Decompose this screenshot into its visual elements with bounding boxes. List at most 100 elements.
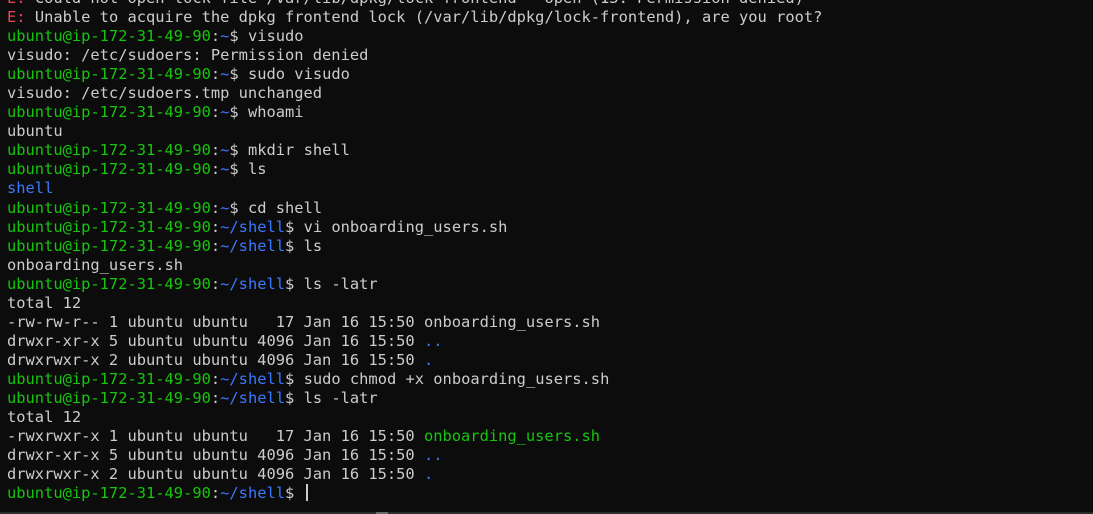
active-prompt-line: ubuntu@ip-172-31-49-90:~/shell$ bbox=[7, 484, 822, 503]
file-name: . bbox=[423, 350, 434, 369]
prompt-separator: : bbox=[210, 388, 221, 407]
prompt-symbol: $ bbox=[229, 160, 248, 179]
prompt-line: ubuntu@ip-172-31-49-90:~/shell$ ls bbox=[7, 237, 822, 256]
listing-line: drwxrwxr-x 2 ubuntu ubuntu 4096 Jan 16 1… bbox=[7, 351, 822, 370]
listing-line: shell bbox=[7, 179, 822, 198]
output-text: total 12 bbox=[7, 293, 82, 312]
prompt-user-host: ubuntu@ip-172-31-49-90 bbox=[7, 141, 211, 160]
prompt-line: ubuntu@ip-172-31-49-90:~$ visudo bbox=[7, 27, 822, 46]
file-name: . bbox=[423, 465, 434, 484]
command-text: sudo chmod +x onboarding_users.sh bbox=[303, 369, 610, 388]
error-prefix: E: bbox=[7, 8, 26, 27]
command-text: ls -latr bbox=[303, 274, 378, 293]
listing-details: drwxr-xr-x 5 ubuntu ubuntu 4096 Jan 16 1… bbox=[7, 446, 424, 465]
prompt-user-host: ubuntu@ip-172-31-49-90 bbox=[7, 369, 211, 388]
terminal-output[interactable]: E: Could not open lock file /var/lib/dpk… bbox=[7, 0, 822, 503]
terminal-window[interactable]: E: Could not open lock file /var/lib/dpk… bbox=[0, 0, 1093, 514]
listing-details: drwxrwxr-x 2 ubuntu ubuntu 4096 Jan 16 1… bbox=[7, 350, 424, 369]
listing-line: drwxr-xr-x 5 ubuntu ubuntu 4096 Jan 16 1… bbox=[7, 332, 822, 351]
prompt-symbol: $ bbox=[229, 27, 248, 46]
command-text: mkdir shell bbox=[247, 141, 350, 160]
file-name: onboarding_users.sh bbox=[423, 427, 601, 446]
prompt-user-host: ubuntu@ip-172-31-49-90 bbox=[7, 236, 211, 255]
error-message: Could not open lock file /var/lib/dpkg/l… bbox=[26, 0, 804, 7]
command-text: cd shell bbox=[247, 198, 323, 217]
output-line: visudo: /etc/sudoers: Permission denied bbox=[7, 46, 822, 65]
prompt-separator: : bbox=[210, 369, 221, 388]
prompt-path: ~/shell bbox=[220, 369, 286, 388]
output-text: onboarding_users.sh bbox=[7, 255, 184, 274]
prompt-separator: : bbox=[210, 141, 221, 160]
prompt-separator: : bbox=[210, 217, 221, 236]
command-text: sudo visudo bbox=[247, 65, 350, 84]
command-text: ls -latr bbox=[303, 388, 378, 407]
prompt-separator: : bbox=[210, 103, 221, 122]
listing-details: drwxrwxr-x 2 ubuntu ubuntu 4096 Jan 16 1… bbox=[7, 465, 424, 484]
error-line: E: Could not open lock file /var/lib/dpk… bbox=[7, 0, 822, 8]
prompt-line: ubuntu@ip-172-31-49-90:~$ sudo visudo bbox=[7, 65, 822, 84]
listing-details: drwxr-xr-x 5 ubuntu ubuntu 4096 Jan 16 1… bbox=[7, 331, 424, 350]
prompt-symbol: $ bbox=[285, 274, 304, 293]
prompt-user-host: ubuntu@ip-172-31-49-90 bbox=[7, 484, 211, 503]
prompt-separator: : bbox=[210, 236, 221, 255]
command-text: vi onboarding_users.sh bbox=[303, 217, 508, 236]
error-line: E: Unable to acquire the dpkg frontend l… bbox=[7, 8, 822, 27]
listing-details: -rwxrwxr-x 1 ubuntu ubuntu 17 Jan 16 15:… bbox=[7, 427, 424, 446]
output-text: total 12 bbox=[7, 408, 82, 427]
prompt-symbol: $ bbox=[285, 236, 304, 255]
prompt-user-host: ubuntu@ip-172-31-49-90 bbox=[7, 65, 211, 84]
command-text: ls bbox=[303, 236, 323, 255]
prompt-separator: : bbox=[210, 27, 221, 46]
prompt-path: ~/shell bbox=[220, 388, 286, 407]
prompt-separator: : bbox=[210, 65, 221, 84]
listing-line: -rw-rw-r-- 1 ubuntu ubuntu 17 Jan 16 15:… bbox=[7, 313, 822, 332]
prompt-symbol: $ bbox=[229, 103, 248, 122]
prompt-separator: : bbox=[210, 198, 221, 217]
error-message: Unable to acquire the dpkg frontend lock… bbox=[25, 8, 823, 27]
prompt-line: ubuntu@ip-172-31-49-90:~$ mkdir shell bbox=[7, 141, 822, 160]
prompt-user-host: ubuntu@ip-172-31-49-90 bbox=[7, 274, 211, 293]
output-text: ubuntu bbox=[7, 122, 63, 141]
prompt-symbol: $ bbox=[285, 369, 304, 388]
output-line: total 12 bbox=[7, 294, 822, 313]
output-line: visudo: /etc/sudoers.tmp unchanged bbox=[7, 84, 822, 103]
prompt-path: ~/shell bbox=[220, 484, 286, 503]
prompt-line: ubuntu@ip-172-31-49-90:~$ whoami bbox=[7, 103, 822, 122]
prompt-line: ubuntu@ip-172-31-49-90:~/shell$ ls -latr bbox=[7, 389, 822, 408]
prompt-path: ~/shell bbox=[220, 274, 286, 293]
output-line: ubuntu bbox=[7, 122, 822, 141]
text-cursor[interactable] bbox=[305, 484, 308, 502]
prompt-line: ubuntu@ip-172-31-49-90:~$ cd shell bbox=[7, 199, 822, 218]
prompt-line: ubuntu@ip-172-31-49-90:~/shell$ vi onboa… bbox=[7, 218, 822, 237]
prompt-user-host: ubuntu@ip-172-31-49-90 bbox=[7, 160, 211, 179]
output-line: total 12 bbox=[7, 408, 822, 427]
prompt-user-host: ubuntu@ip-172-31-49-90 bbox=[7, 217, 211, 236]
listing-line: -rwxrwxr-x 1 ubuntu ubuntu 17 Jan 16 15:… bbox=[7, 427, 822, 446]
prompt-line: ubuntu@ip-172-31-49-90:~$ ls bbox=[7, 160, 822, 179]
command-text: ls bbox=[247, 160, 267, 179]
listing-line: drwxr-xr-x 5 ubuntu ubuntu 4096 Jan 16 1… bbox=[7, 446, 822, 465]
prompt-user-host: ubuntu@ip-172-31-49-90 bbox=[7, 198, 211, 217]
error-prefix: E: bbox=[7, 0, 26, 7]
output-text: visudo: /etc/sudoers.tmp unchanged bbox=[7, 84, 323, 103]
prompt-path: ~/shell bbox=[220, 236, 286, 255]
prompt-symbol: $ bbox=[285, 484, 304, 503]
prompt-user-host: ubuntu@ip-172-31-49-90 bbox=[7, 27, 211, 46]
prompt-user-host: ubuntu@ip-172-31-49-90 bbox=[7, 103, 211, 122]
prompt-separator: : bbox=[210, 160, 221, 179]
listing-details: -rw-rw-r-- 1 ubuntu ubuntu 17 Jan 16 15:… bbox=[7, 312, 424, 331]
file-name: onboarding_users.sh bbox=[423, 312, 601, 331]
command-text: visudo bbox=[247, 27, 304, 46]
prompt-user-host: ubuntu@ip-172-31-49-90 bbox=[7, 388, 211, 407]
prompt-separator: : bbox=[210, 274, 221, 293]
prompt-symbol: $ bbox=[229, 65, 248, 84]
file-name: shell bbox=[7, 179, 54, 198]
listing-line: drwxrwxr-x 2 ubuntu ubuntu 4096 Jan 16 1… bbox=[7, 465, 822, 484]
file-name: .. bbox=[423, 331, 443, 350]
prompt-path: ~/shell bbox=[220, 217, 286, 236]
prompt-line: ubuntu@ip-172-31-49-90:~/shell$ sudo chm… bbox=[7, 370, 822, 389]
prompt-symbol: $ bbox=[285, 388, 304, 407]
command-text: whoami bbox=[247, 103, 304, 122]
output-text: visudo: /etc/sudoers: Permission denied bbox=[7, 46, 369, 65]
prompt-symbol: $ bbox=[229, 198, 248, 217]
